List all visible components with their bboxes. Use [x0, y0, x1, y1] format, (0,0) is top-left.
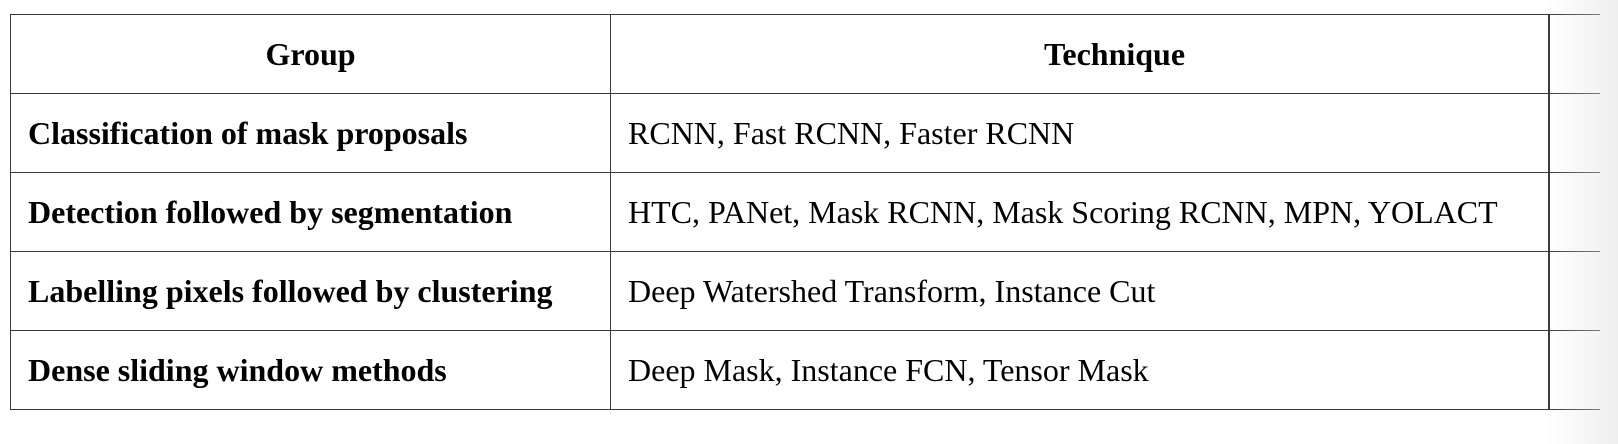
technique-cell: HTC, PANet, Mask RCNN, Mask Scoring RCNN… [610, 172, 1600, 252]
table-row: Labelling pixels followed by clustering … [10, 251, 1600, 331]
table-row: Detection followed by segmentation HTC, … [10, 172, 1600, 252]
table-header-row: Group Technique [10, 14, 1600, 94]
header-technique: Technique [610, 14, 1600, 94]
header-group: Group [10, 14, 611, 94]
table-row: Dense sliding window methods Deep Mask, … [10, 330, 1600, 410]
technique-cell: RCNN, Fast RCNN, Faster RCNN [610, 93, 1600, 173]
document-page: Group Technique Classification of mask p… [0, 0, 1618, 444]
table-container: Group Technique Classification of mask p… [10, 14, 1600, 424]
page-edge-line [1548, 14, 1550, 410]
group-cell: Labelling pixels followed by clustering [10, 251, 611, 331]
technique-cell: Deep Mask, Instance FCN, Tensor Mask [610, 330, 1600, 410]
group-cell: Detection followed by segmentation [10, 172, 611, 252]
table-row: Classification of mask proposals RCNN, F… [10, 93, 1600, 173]
technique-cell: Deep Watershed Transform, Instance Cut [610, 251, 1600, 331]
techniques-table: Group Technique Classification of mask p… [10, 14, 1600, 410]
group-cell: Classification of mask proposals [10, 93, 611, 173]
group-cell: Dense sliding window methods [10, 330, 611, 410]
